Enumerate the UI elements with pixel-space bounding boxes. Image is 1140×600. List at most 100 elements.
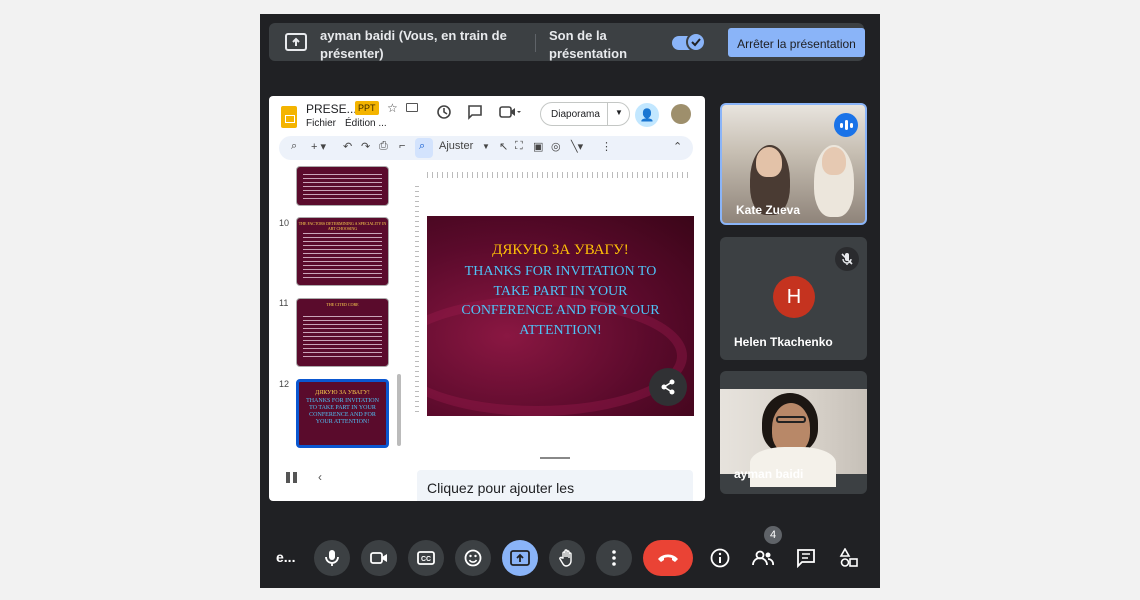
speaking-indicator-icon — [834, 113, 858, 137]
activities-button[interactable] — [831, 540, 867, 576]
present-button[interactable] — [502, 540, 538, 576]
document-title[interactable]: PRESE... — [306, 102, 357, 116]
camera-icon — [370, 552, 387, 564]
present-screen-icon — [510, 550, 530, 566]
thumbnail-text-lines — [303, 171, 382, 199]
menu-file[interactable]: Fichier — [306, 118, 336, 129]
meeting-name[interactable]: e... — [276, 549, 295, 565]
participants-count-badge: 4 — [764, 526, 782, 544]
line-icon[interactable]: ╲▾ — [571, 140, 583, 153]
participant-name: Helen Tkachenko — [734, 335, 833, 349]
presenting-banner: ayman baidi (Vous, en train de présenter… — [269, 23, 865, 61]
person-face — [756, 147, 782, 177]
chevron-left-icon[interactable]: ‹ — [318, 470, 322, 484]
shape-icon[interactable]: ◎ — [551, 140, 561, 153]
participant-name: Kate Zueva — [736, 203, 801, 217]
thumbnail-slide-9[interactable] — [296, 166, 389, 206]
participant-tile-ayman[interactable]: ayman baidi — [720, 371, 867, 494]
banner-divider — [535, 34, 536, 52]
participant-avatar: H — [773, 276, 815, 318]
add-person-icon[interactable]: 👤 — [635, 103, 659, 127]
participant-tile-helen[interactable]: H Helen Tkachenko — [720, 237, 867, 360]
captions-button[interactable]: CC — [408, 540, 444, 576]
thumbnail-slide-12[interactable]: ДЯКУЮ ЗА УВАГУ! THANKS FOR INVITATION TO… — [296, 379, 389, 448]
thumbnail-text-lines — [303, 230, 382, 279]
raise-hand-button[interactable] — [549, 540, 585, 576]
presentation-sound-label: Son de la présentation — [549, 28, 628, 61]
menu-edit[interactable]: Édition ... — [345, 118, 387, 129]
present-screen-icon — [285, 33, 307, 51]
slide-number-10: 10 — [279, 218, 290, 228]
participant-name: ayman baidi — [734, 467, 804, 481]
meeting-info-button[interactable] — [702, 540, 738, 576]
paint-format-icon[interactable]: ⌐ — [399, 140, 405, 152]
folder-icon[interactable] — [406, 103, 418, 112]
thumbnail-scrollbar[interactable] — [397, 374, 401, 446]
fit-chevron-icon[interactable]: ▼ — [482, 142, 490, 151]
people-icon — [752, 550, 774, 566]
thumbnail-slide-10[interactable]: THE FACTORS DETERMINING A SPECIALITY IN … — [296, 217, 389, 286]
star-icon[interactable]: ☆ — [387, 101, 398, 115]
reactions-button[interactable] — [455, 540, 491, 576]
thumbnail-subtitle: THANKS FOR INVITATION TO TAKE PART IN YO… — [306, 398, 379, 425]
svg-text:CC: CC — [421, 556, 431, 563]
mic-off-icon — [835, 247, 859, 271]
history-icon[interactable] — [436, 104, 452, 123]
google-slides-window: PRESE... PPT ☆ Fichier Édition ... Diapo… — [269, 96, 705, 501]
hang-up-icon — [658, 554, 678, 562]
frame-icon[interactable]: ⛶ — [515, 140, 523, 153]
info-icon — [710, 548, 730, 568]
emoji-icon — [464, 549, 482, 567]
thumbnail-slide-11[interactable]: THE CITED CORE — [296, 298, 389, 367]
person-face — [822, 147, 846, 175]
notes-resize-handle[interactable] — [540, 457, 570, 459]
editing-toolbar: ⌕ + ▾ ↶ ↷ ⎙ ⌐ ⌕ Ajuster ▼ ↖ ⛶ ▣ ◎ ╲▾ ⋮ ⌃ — [279, 136, 693, 160]
chat-button[interactable] — [788, 540, 824, 576]
mic-button[interactable] — [314, 540, 350, 576]
presenter-text: ayman baidi (Vous, en train de présenter… — [320, 28, 507, 61]
participant-video — [720, 389, 867, 487]
fit-zoom-label[interactable]: Ajuster — [439, 140, 473, 152]
more-options-button[interactable] — [596, 540, 632, 576]
call-controls-bar: e... CC 4 — [260, 526, 880, 582]
share-icon — [661, 379, 675, 395]
camera-button[interactable] — [361, 540, 397, 576]
speaker-notes-field[interactable]: Cliquez pour ajouter les — [417, 470, 693, 501]
meet-window: ayman baidi (Vous, en train de présenter… — [260, 14, 880, 588]
image-icon[interactable]: ▣ — [533, 140, 543, 153]
print-icon[interactable]: ⎙ — [379, 140, 388, 153]
slide-title[interactable]: ДЯКУЮ ЗА УВАГУ! — [427, 242, 694, 259]
thumbnail-text-lines — [303, 313, 382, 360]
grid-view-icon[interactable] — [286, 472, 297, 483]
glasses — [776, 416, 806, 423]
more-vert-icon — [612, 550, 616, 566]
ppt-badge: PPT — [355, 101, 379, 115]
end-call-button[interactable] — [643, 540, 693, 576]
slideshow-divider — [607, 103, 608, 125]
collapse-toolbar-icon[interactable]: ⌃ — [673, 140, 682, 153]
user-avatar[interactable] — [671, 104, 691, 124]
share-screen-fab[interactable] — [649, 368, 687, 406]
meet-video-icon[interactable] — [499, 104, 521, 123]
redo-icon[interactable]: ↷ — [361, 140, 370, 153]
people-button[interactable] — [745, 540, 781, 576]
slide-number-12: 12 — [279, 379, 290, 389]
horizontal-ruler — [427, 172, 692, 178]
slideshow-button[interactable]: Diaporama ▼ — [540, 102, 630, 126]
chat-icon — [797, 549, 815, 568]
mic-icon — [325, 550, 339, 566]
hand-icon — [559, 549, 572, 567]
comment-icon[interactable] — [467, 104, 483, 123]
toggle-check-icon[interactable] — [686, 32, 706, 52]
search-icon[interactable]: ⌕ — [291, 140, 297, 153]
participant-tile-kate[interactable]: Kate Zueva — [720, 103, 867, 225]
stop-presenting-button[interactable]: Arrêter la présentation — [728, 28, 865, 57]
select-icon[interactable]: ↖ — [499, 140, 508, 153]
zoom-glyph-icon[interactable]: ⌕ — [419, 140, 425, 153]
slide-body[interactable]: THANKS FOR INVITATION TO TAKE PART IN YO… — [447, 262, 674, 340]
chevron-down-icon[interactable]: ▼ — [615, 108, 623, 117]
undo-icon[interactable]: ↶ — [343, 140, 352, 153]
captions-icon: CC — [417, 551, 435, 565]
more-icon[interactable]: ⋮ — [601, 140, 612, 153]
add-icon[interactable]: + ▾ — [311, 140, 326, 153]
